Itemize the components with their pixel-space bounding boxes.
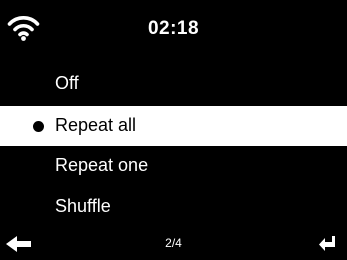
selected-bullet-icon: [33, 121, 44, 132]
page-indicator: 2/4: [165, 236, 182, 250]
status-bar: 02:18: [0, 0, 347, 68]
clock: 02:18: [147, 18, 200, 39]
menu-item-off[interactable]: Off: [0, 64, 347, 104]
menu-item-label: Repeat all: [55, 115, 137, 135]
menu-item-label: Off: [55, 73, 79, 93]
menu-item-label: Shuffle: [55, 196, 111, 216]
footer-bar: 2/4: [0, 228, 347, 260]
menu-item-shuffle[interactable]: Shuffle: [0, 187, 347, 227]
menu-item-label: Repeat one: [55, 155, 149, 175]
enter-icon[interactable]: [317, 233, 337, 253]
radio-display: 02:18 Off Repeat all Repeat one Shuffle …: [0, 0, 347, 260]
menu-item-repeat-all[interactable]: Repeat all: [0, 106, 347, 146]
menu-item-repeat-one[interactable]: Repeat one: [0, 146, 347, 186]
